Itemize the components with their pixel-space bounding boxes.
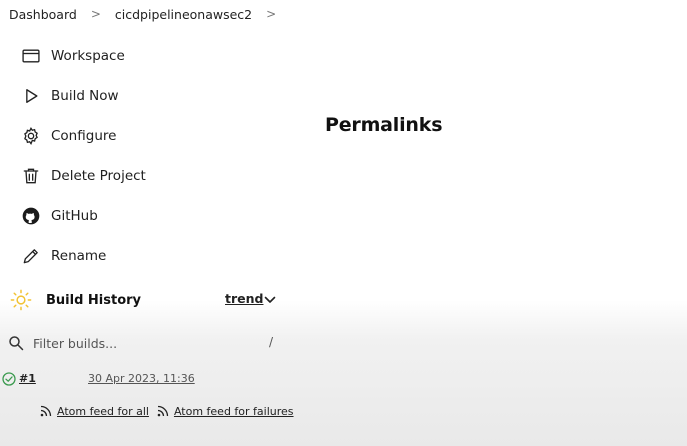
task-label: Build Now [51,88,119,104]
task-label: Workspace [51,48,125,64]
build-history-header: Build History trend [10,288,280,312]
feed-failures-label: Atom feed for failures [173,404,294,418]
chevron-down-icon[interactable] [263,293,277,307]
sun-icon [10,289,32,311]
build-date-link[interactable]: 30 Apr 2023, 11:36 [88,372,195,385]
feed-all-label: Atom feed for all [57,404,149,418]
task-workspace[interactable]: Workspace [20,36,280,76]
permalinks-heading: Permalinks [325,114,443,136]
breadcrumb: Dashboard > cicdpipelineonawsec2 > [9,5,290,23]
trend-link[interactable]: trend [225,291,263,306]
task-label: Delete Project [51,168,146,184]
github-icon [20,205,42,227]
gear-icon [20,125,42,147]
task-build-now[interactable]: Build Now [20,76,280,116]
task-delete-project[interactable]: Delete Project [20,156,280,196]
side-panel-tasks: Workspace Build Now Configure Delete Pro… [20,36,280,276]
feed-all-link[interactable]: Atom feed for all [40,405,149,418]
task-label: Rename [51,248,107,264]
task-label: Configure [51,128,117,144]
task-configure[interactable]: Configure [20,116,280,156]
filter-shortcut-hint: / [269,335,274,349]
search-icon [9,336,24,351]
task-rename[interactable]: Rename [20,236,280,276]
atom-feeds: Atom feed for all Atom feed for failures [40,402,302,420]
folder-icon [20,45,42,67]
success-icon [2,372,16,386]
build-row: #1 30 Apr 2023, 11:36 [2,371,282,389]
task-label: GitHub [51,208,98,224]
breadcrumb-dashboard[interactable]: Dashboard [9,7,77,22]
task-github[interactable]: GitHub [20,196,280,236]
trash-icon [20,165,42,187]
build-history-title: Build History [46,292,142,308]
feed-failures-link[interactable]: Atom feed for failures [157,405,294,418]
breadcrumb-chevron-icon[interactable]: > [91,7,101,21]
breadcrumb-project-chevron-icon[interactable]: > [266,7,276,21]
breadcrumb-project[interactable]: cicdpipelineonawsec2 [115,7,252,22]
pencil-icon [20,245,42,267]
rss-icon [157,405,169,417]
filter-builds-input[interactable] [33,335,233,351]
rss-icon [40,405,52,417]
play-icon [20,85,42,107]
build-number-link[interactable]: #1 [19,372,36,385]
filter-builds: / [8,332,280,354]
